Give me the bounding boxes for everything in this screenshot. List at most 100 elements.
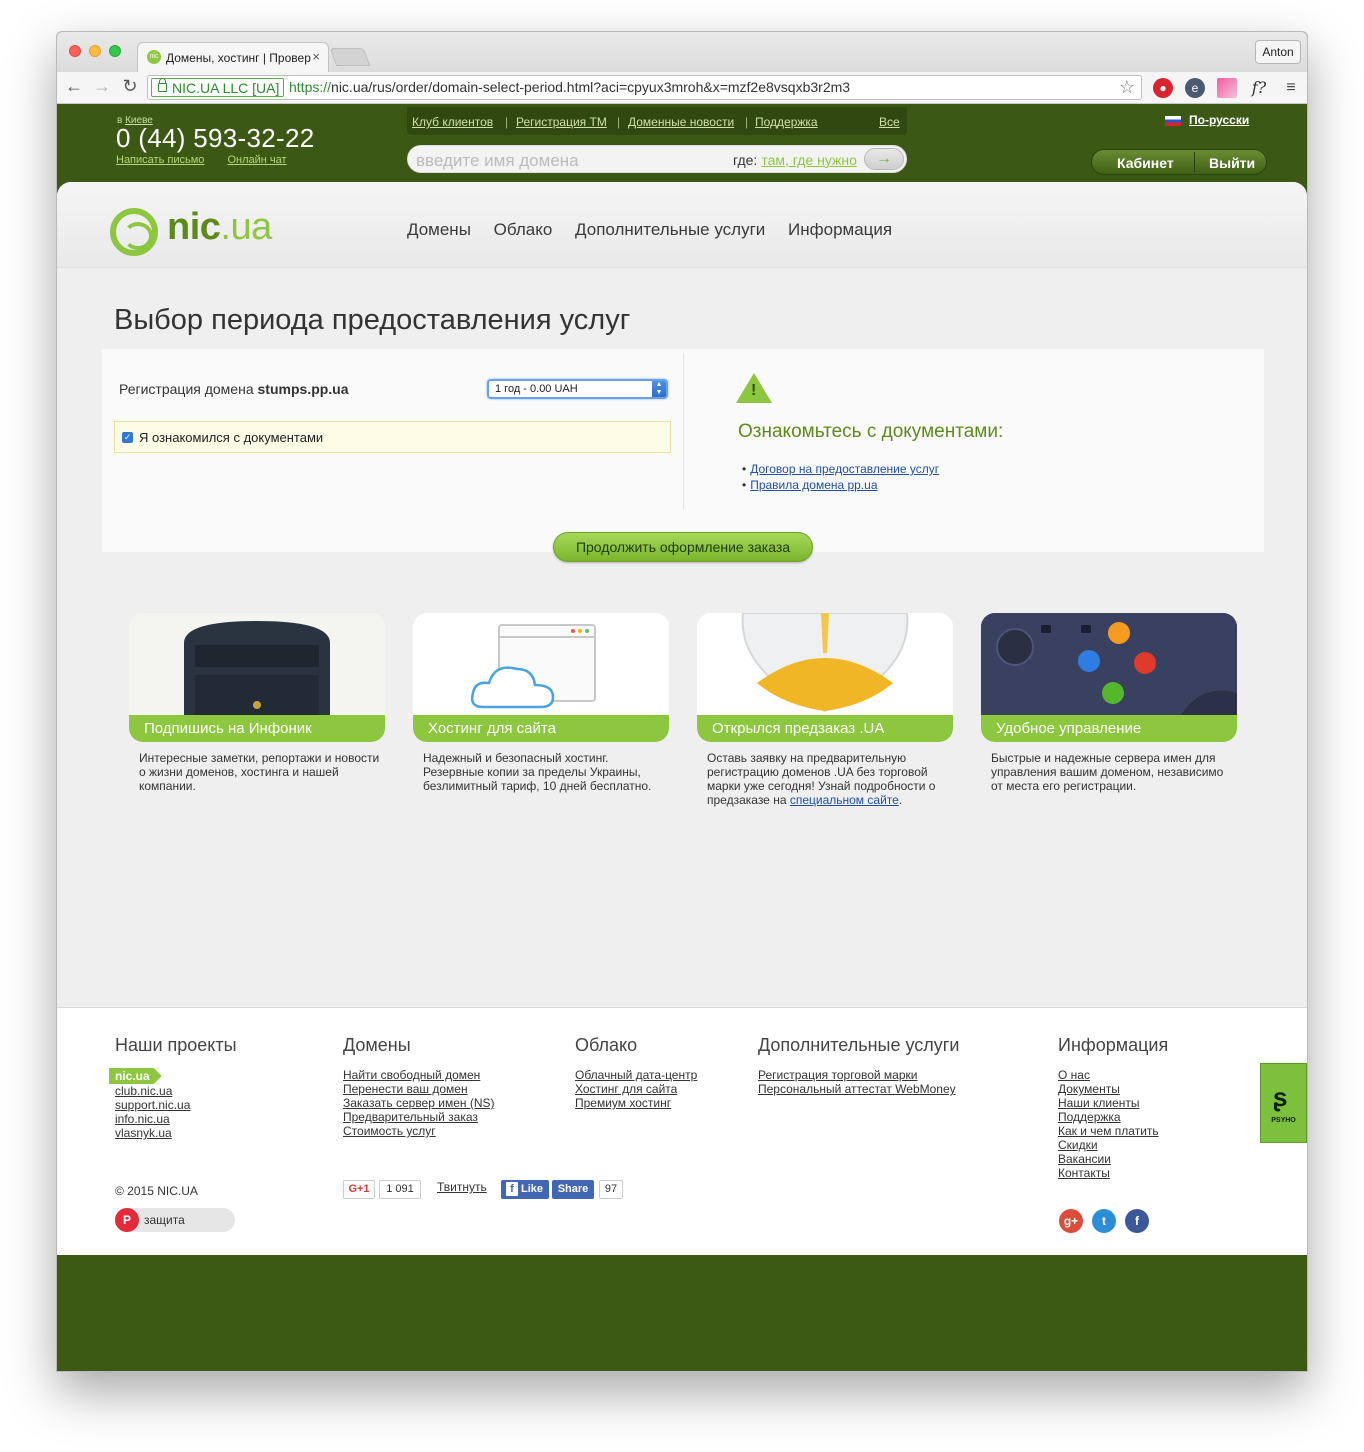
- domain-search[interactable]: введите имя домена где: там, где нужно →: [407, 145, 907, 173]
- footer-cloud-link[interactable]: Премиум хостинг: [575, 1096, 697, 1110]
- promo-card[interactable]: Открылся предзаказ .UA Оставь заявку на …: [697, 613, 953, 807]
- footer-projects-title: Наши проекты: [115, 1035, 237, 1055]
- facebook-share-button[interactable]: Share: [552, 1180, 594, 1199]
- project-support-link[interactable]: support.nic.ua: [115, 1098, 237, 1112]
- protection-badge[interactable]: P защита: [115, 1208, 235, 1232]
- adblock-extension-icon[interactable]: ●: [1153, 78, 1173, 98]
- footer-info-title: Информация: [1058, 1035, 1169, 1055]
- footer-projects: Наши проекты nic.ua club.nic.ua support.…: [109, 1035, 237, 1140]
- gplus-count: 1 091: [379, 1180, 421, 1199]
- footer-cloud-link[interactable]: Хостинг для сайта: [575, 1082, 697, 1096]
- facebook-like-button[interactable]: Like: [501, 1180, 549, 1199]
- language-label[interactable]: По-русски: [1189, 113, 1249, 127]
- domain-name: stumps.pp.ua: [257, 381, 349, 397]
- project-vlasnyk-link[interactable]: vlasnyk.ua: [115, 1126, 237, 1140]
- cabinet-button[interactable]: Кабинет: [1117, 155, 1174, 171]
- topnav-club-link[interactable]: Клуб клиентов: [412, 115, 493, 129]
- write-letter-link[interactable]: Написать письмо: [116, 154, 204, 166]
- project-club-link[interactable]: club.nic.ua: [115, 1084, 237, 1098]
- bookmark-star-icon[interactable]: ☆: [1119, 77, 1135, 98]
- registration-text: Регистрация домена: [119, 381, 254, 397]
- footer-domain-link[interactable]: Заказать сервер имен (NS): [343, 1096, 495, 1110]
- font-extension-icon[interactable]: f?: [1249, 78, 1269, 98]
- footer-domain-link[interactable]: Найти свободный домен: [343, 1068, 495, 1082]
- nav-domains[interactable]: Домены: [407, 220, 471, 239]
- footer-info-link[interactable]: Наши клиенты: [1058, 1096, 1168, 1110]
- footer-domain-link[interactable]: Перенести ваш домен: [343, 1082, 495, 1096]
- footer-extra-title: Дополнительные услуги: [758, 1035, 960, 1055]
- search-zone-link[interactable]: там, где нужно: [761, 152, 857, 168]
- site-logo[interactable]: nic.ua: [167, 206, 272, 249]
- profile-button[interactable]: Anton: [1255, 40, 1301, 64]
- promo-card[interactable]: Подпишись на Инфоник Интересные заметки,…: [129, 613, 385, 793]
- address-bar[interactable]: NIC.UA LLC [UA] https://nic.ua/rus/order…: [147, 75, 1142, 100]
- topnav-tm-link[interactable]: Регистрация ТМ: [516, 115, 607, 129]
- footer-info-link[interactable]: Документы: [1058, 1082, 1168, 1096]
- forward-icon[interactable]: →: [91, 76, 113, 97]
- promo-description: Быстрые и надежные сервера имен для упра…: [991, 751, 1224, 793]
- domain-search-input[interactable]: введите имя домена: [416, 151, 579, 171]
- language-selector[interactable]: По-русски: [1165, 113, 1249, 127]
- footer-info-link[interactable]: О нас: [1058, 1068, 1168, 1082]
- topnav-support-link[interactable]: Поддержка: [755, 115, 818, 129]
- nav-cloud[interactable]: Облако: [494, 220, 553, 239]
- menu-icon[interactable]: ≡: [1281, 78, 1301, 98]
- docs-title: Ознакомьтесь с документами:: [738, 421, 1004, 442]
- project-nicua-link[interactable]: nic.ua: [109, 1068, 162, 1084]
- promo-card[interactable]: Удобное управление Быстрые и надежные се…: [981, 613, 1237, 793]
- tab-close-button[interactable]: ×: [312, 49, 320, 64]
- logout-button[interactable]: Выйти: [1209, 155, 1255, 171]
- logo-name: nic: [167, 206, 221, 248]
- project-info-link[interactable]: info.nic.ua: [115, 1112, 237, 1126]
- period-select[interactable]: 1 год - 0.00 UAH ▲ ▼: [487, 379, 668, 399]
- browser-tab[interactable]: nic Домены, хостинг | Провер ×: [137, 42, 329, 72]
- minimize-window-button[interactable]: [89, 45, 101, 57]
- psyho-label: PSYHO: [1271, 1117, 1296, 1124]
- online-chat-link[interactable]: Онлайн чат: [227, 154, 286, 166]
- special-site-link[interactable]: специальном сайте: [790, 793, 899, 807]
- footer: Наши проекты nic.ua club.nic.ua support.…: [57, 1007, 1307, 1255]
- tweet-button[interactable]: Твитнуть: [437, 1180, 487, 1194]
- footer-extra-link[interactable]: Персональный аттестат WebMoney: [758, 1082, 959, 1096]
- nav-extra-services[interactable]: Дополнительные услуги: [575, 220, 765, 239]
- topnav-all-link[interactable]: Все: [879, 115, 900, 129]
- doc-rules-link[interactable]: Правила домена pp.ua: [750, 478, 877, 492]
- psyho-logo-icon: ʂ: [1273, 1082, 1288, 1112]
- close-window-button[interactable]: [69, 45, 81, 57]
- gplus-button[interactable]: G+1: [343, 1180, 375, 1199]
- nav-information[interactable]: Информация: [788, 220, 892, 239]
- zoom-window-button[interactable]: [109, 45, 121, 57]
- promo-card[interactable]: Хостинг для сайта Надежный и безопасный …: [413, 613, 669, 793]
- footer-info-link[interactable]: Вакансии: [1058, 1152, 1168, 1166]
- lock-icon: [158, 78, 167, 92]
- footer-info-link[interactable]: Скидки: [1058, 1138, 1168, 1152]
- back-icon[interactable]: ←: [63, 76, 85, 97]
- continue-order-button[interactable]: Продолжить оформление заказа: [553, 532, 813, 562]
- reload-icon[interactable]: ↻: [119, 76, 141, 97]
- footer-domain-link[interactable]: Стоимость услуг: [343, 1124, 495, 1138]
- agree-checkbox[interactable]: ✓: [122, 432, 133, 443]
- footer-info-link[interactable]: Контакты: [1058, 1166, 1168, 1180]
- url-rest: nic.ua/rus/order/domain-select-period.ht…: [331, 79, 851, 95]
- search-arrow-icon[interactable]: →: [864, 148, 904, 170]
- facebook-icon[interactable]: f: [1125, 1209, 1149, 1233]
- promo-description: Оставь заявку на предварительную регистр…: [697, 751, 953, 807]
- nicua-logo-icon[interactable]: [110, 208, 158, 256]
- secure-badge[interactable]: NIC.UA LLC [UA]: [151, 78, 285, 97]
- ghostery-extension-icon[interactable]: e: [1185, 78, 1205, 98]
- topnav-news-link[interactable]: Доменные новости: [628, 115, 734, 129]
- footer-info-link[interactable]: Как и чем платить: [1058, 1124, 1168, 1138]
- doc-contract-link[interactable]: Договор на предоставление услуг: [750, 462, 939, 476]
- psyho-badge[interactable]: ʂ PSYHO: [1260, 1063, 1307, 1143]
- footer-extra-link[interactable]: Регистрация торговой марки: [758, 1068, 959, 1082]
- googleplus-icon[interactable]: g+: [1059, 1209, 1083, 1233]
- protection-shield-icon: P: [115, 1208, 139, 1232]
- footer-cloud-link[interactable]: Облачный дата-центр: [575, 1068, 697, 1082]
- footer-info-link[interactable]: Поддержка: [1058, 1110, 1168, 1124]
- twitter-icon[interactable]: t: [1092, 1209, 1116, 1233]
- doc-item: Договор на предоставление услуг: [742, 462, 939, 476]
- color-extension-icon[interactable]: [1217, 78, 1237, 98]
- new-tab-button[interactable]: [329, 48, 371, 66]
- footer-domain-link[interactable]: Предварительный заказ: [343, 1110, 495, 1124]
- facebook-share-count: 97: [599, 1180, 623, 1199]
